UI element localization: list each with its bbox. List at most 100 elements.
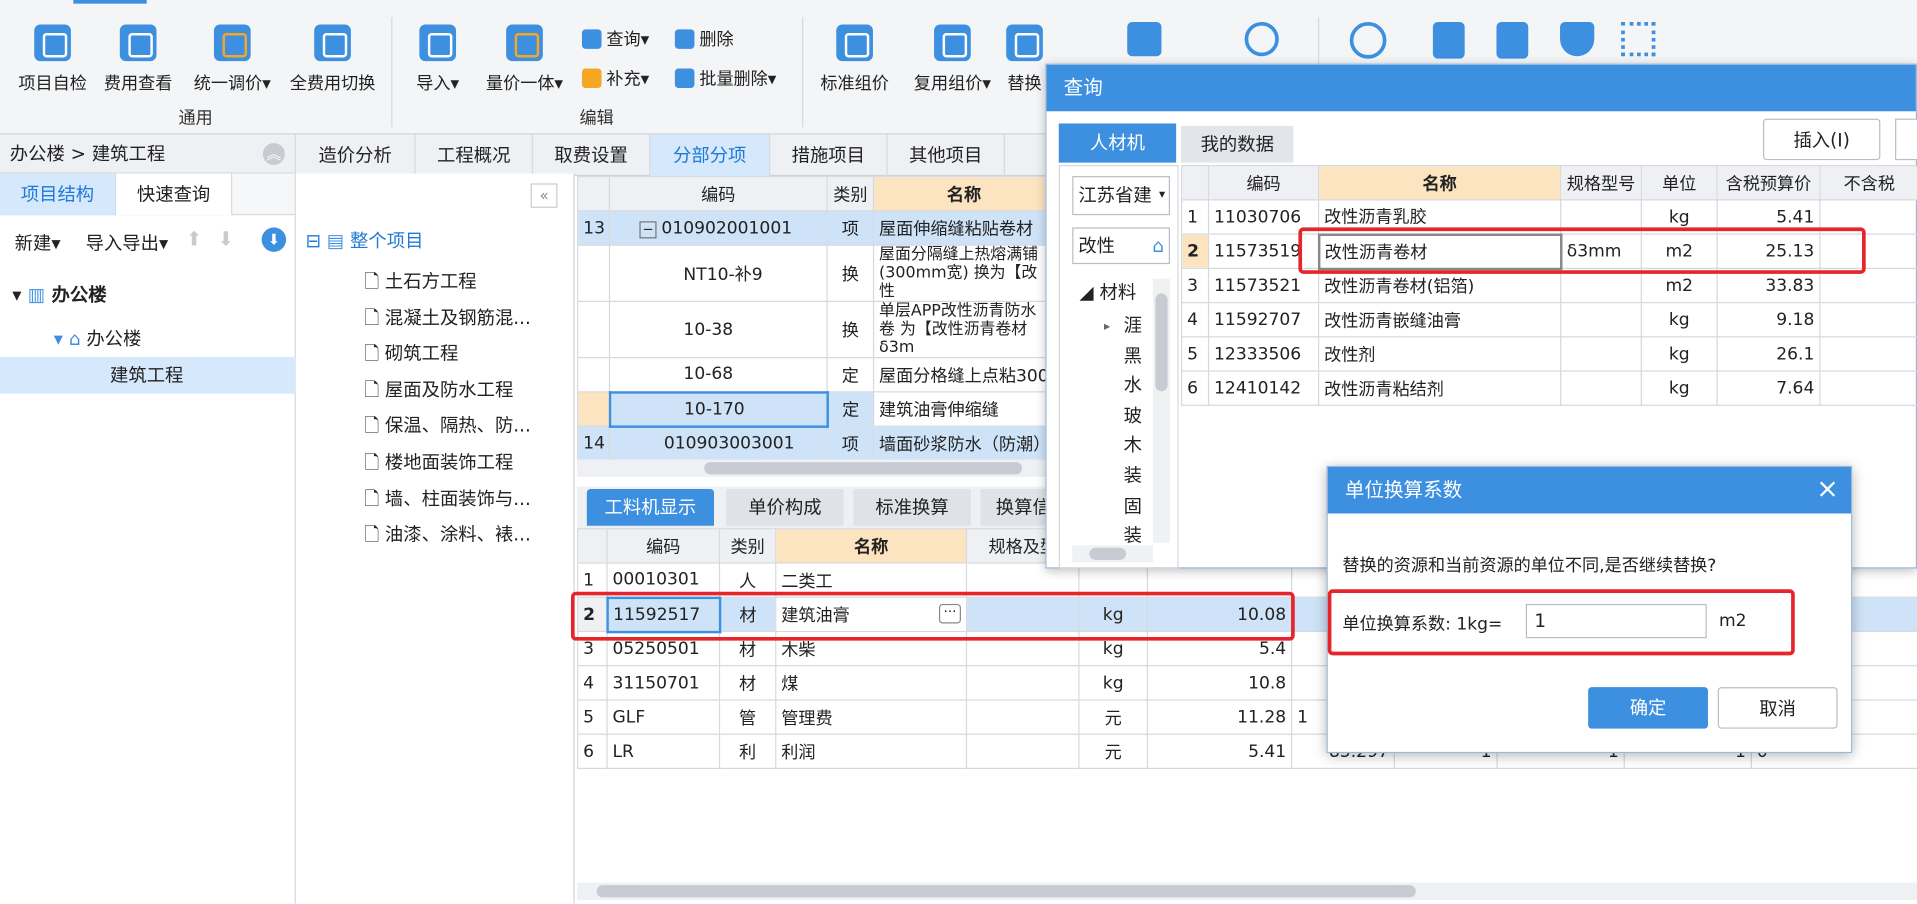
tab-labor-materials[interactable]: 人材机 <box>1058 123 1177 163</box>
column-header[interactable]: 类别 <box>826 176 875 212</box>
tree-item[interactable]: 水 <box>1124 371 1151 401</box>
tree-root-whole-project[interactable]: ⊟ ▤ 整个项目 <box>306 227 424 253</box>
region-select[interactable]: 江苏省建 ▾ <box>1072 176 1171 216</box>
move-up-icon[interactable]: ⬆ <box>186 227 202 250</box>
section-item[interactable]: 🗋 楼地面装饰工程 <box>364 445 530 481</box>
section-item[interactable]: 🗋 混凝土及钢筋混... <box>364 300 530 336</box>
move-down-icon[interactable]: ⬇ <box>218 227 234 250</box>
replace-button[interactable]: 替换 <box>1003 20 1047 118</box>
lock-icon[interactable] <box>1432 22 1465 59</box>
highlight-conversion-factor <box>1327 589 1795 656</box>
standard-pricing-button[interactable]: 标准组价 <box>814 20 895 118</box>
close-icon[interactable]: × <box>1816 467 1839 513</box>
cancel-button[interactable]: 取消 <box>1717 687 1838 729</box>
tab-standard-conversion[interactable]: 标准换算 <box>853 489 971 526</box>
project-check-button[interactable]: 项目自检 <box>10 20 96 118</box>
extra-button[interactable] <box>1895 118 1917 161</box>
tree-node-building[interactable]: ▾ ▥ 办公楼 <box>12 281 106 307</box>
search-input[interactable]: 改性 ⌂ <box>1072 227 1171 265</box>
table-row[interactable]: NT10-补9 换屋面分隔缝上热熔满铺 (300mm宽) 换为【改性 <box>577 244 1056 302</box>
tree-node-materials[interactable]: ◢ 材料 <box>1080 279 1137 305</box>
tree-item[interactable]: 装 <box>1124 461 1151 491</box>
paint-icon[interactable] <box>1560 22 1595 57</box>
table-row[interactable]: 4 11592707 改性沥青嵌缝油膏 kg 9.18 <box>1181 301 1917 338</box>
column-header[interactable]: 类别 <box>718 528 777 564</box>
reuse-pricing-button[interactable]: 复用组价▾ <box>905 20 1000 118</box>
tab-other-items[interactable]: 其他项目 <box>888 134 1005 177</box>
tab-fee-settings[interactable]: 取费设置 <box>533 134 651 177</box>
column-header[interactable]: 名称 <box>775 528 968 564</box>
table-row[interactable]: 10-170 定建筑油膏伸缩缝 <box>577 390 1056 428</box>
column-header[interactable]: 名称 <box>872 176 1056 212</box>
tree-item[interactable]: 玻 <box>1124 401 1151 431</box>
tree-scrollbar[interactable] <box>1152 278 1171 543</box>
collapse-icon[interactable]: ︽ <box>262 143 285 166</box>
quantity-price-button[interactable]: 量价一体▾ <box>479 20 569 118</box>
collapse-row-icon[interactable]: − <box>639 220 657 238</box>
tab-cost-analysis[interactable]: 造价分析 <box>296 134 416 177</box>
tab-project-overview[interactable]: 工程概况 <box>416 134 534 177</box>
tree-node-construction[interactable]: 建筑工程 <box>0 356 296 394</box>
full-fee-switch-button[interactable]: 全费用切换 <box>284 20 382 118</box>
table-row[interactable]: 5 12333506 改性剂 kg 26.1 <box>1181 336 1917 372</box>
section-item[interactable]: 🗋 墙、柱面装饰与... <box>364 481 530 517</box>
column-header[interactable]: 单位 <box>1640 165 1718 201</box>
table-row[interactable]: 13−010902001001 项屋面伸缩缝粘贴卷材 <box>577 210 1056 246</box>
scrollbar-thumb[interactable] <box>704 462 1023 475</box>
new-button[interactable]: 新建▾ <box>15 230 61 256</box>
tab-materials-display[interactable]: 工料机显示 <box>586 489 714 526</box>
tree-node-office[interactable]: ▾ ⌂ 办公楼 <box>54 325 142 351</box>
column-header[interactable]: 含税预算价 <box>1716 165 1821 201</box>
column-header[interactable]: 名称 <box>1317 165 1562 201</box>
upper-scrollbar[interactable] <box>577 459 1054 477</box>
unified-price-button[interactable]: 统一调价▾ <box>183 20 281 118</box>
ok-button[interactable]: 确定 <box>1588 687 1708 729</box>
clear-search-icon[interactable]: ⌂ <box>1152 229 1164 263</box>
table-row[interactable]: 10-38 换单层APP改性沥青防水卷 为【改性沥青卷材 δ3m <box>577 300 1056 359</box>
column-header[interactable]: 编码 <box>1207 165 1320 201</box>
report-icon[interactable] <box>1496 22 1529 59</box>
collapse-panel-icon[interactable]: « <box>530 183 558 208</box>
section-item[interactable]: 🗋 砌筑工程 <box>364 336 530 372</box>
fee-view-button[interactable]: 费用查看 <box>98 20 179 118</box>
tree-item[interactable]: 固 <box>1124 491 1151 521</box>
import-button[interactable]: 导入▾ <box>408 20 467 118</box>
download-icon[interactable]: ⬇ <box>261 227 287 252</box>
insert-button[interactable]: 插入(I) <box>1762 118 1881 161</box>
tab-project-structure[interactable]: 项目结构 <box>0 173 115 216</box>
section-item[interactable]: 🗋 油漆、涂料、裱... <box>364 517 530 553</box>
column-header[interactable]: 规格型号 <box>1560 165 1642 201</box>
column-header[interactable]: 编码 <box>606 528 721 564</box>
query-button[interactable]: 查询▾ <box>581 27 649 51</box>
grid-apps-icon[interactable] <box>1621 22 1656 57</box>
table-row[interactable]: 10-68 定屋面分格缝上点粘300宽 <box>577 356 1056 393</box>
currency-icon[interactable] <box>1244 22 1279 57</box>
section-item[interactable]: 🗋 土石方工程 <box>364 264 530 300</box>
column-header[interactable]: 编码 <box>608 176 828 212</box>
query-dialog-title[interactable]: 查询 <box>1046 64 1916 112</box>
column-header[interactable]: 不含税 <box>1819 165 1917 201</box>
lower-scrollbar[interactable] <box>577 882 1917 900</box>
scrollbar-thumb[interactable] <box>596 885 1416 898</box>
tab-unit-price[interactable]: 单价构成 <box>726 489 844 526</box>
active-ribbon-indicator <box>73 0 147 4</box>
tab-sub-items[interactable]: 分部分项 <box>650 134 771 177</box>
tab-my-data[interactable]: 我的数据 <box>1181 125 1294 163</box>
tax-icon[interactable] <box>1349 22 1387 59</box>
section-item[interactable]: 🗋 屋面及防水工程 <box>364 373 530 409</box>
table-row[interactable]: 6 12410142 改性沥青粘结剂 kg 7.64 <box>1181 370 1917 406</box>
tree-item[interactable]: 涯 <box>1124 311 1151 341</box>
import-export-button[interactable]: 导入导出▾ <box>86 230 169 256</box>
expand-icon[interactable]: ▸ <box>1104 320 1110 333</box>
supplement-button[interactable]: 补充▾ <box>581 66 649 90</box>
tool-icon[interactable] <box>1127 22 1162 57</box>
tree-hscrollbar[interactable] <box>1072 545 1153 563</box>
batch-delete-button[interactable]: 批量删除▾ <box>674 66 776 90</box>
delete-button[interactable]: 删除 <box>674 27 734 51</box>
tree-item[interactable]: 黑 <box>1124 341 1151 371</box>
section-item[interactable]: 🗋 保温、隔热、防... <box>364 409 530 445</box>
tab-quick-query[interactable]: 快速查询 <box>114 173 233 216</box>
tree-item[interactable]: 木 <box>1124 431 1151 461</box>
tab-measures[interactable]: 措施项目 <box>770 134 888 177</box>
table-row[interactable]: 14 010903003001 项墙面砂浆防水（防潮） <box>577 425 1056 461</box>
